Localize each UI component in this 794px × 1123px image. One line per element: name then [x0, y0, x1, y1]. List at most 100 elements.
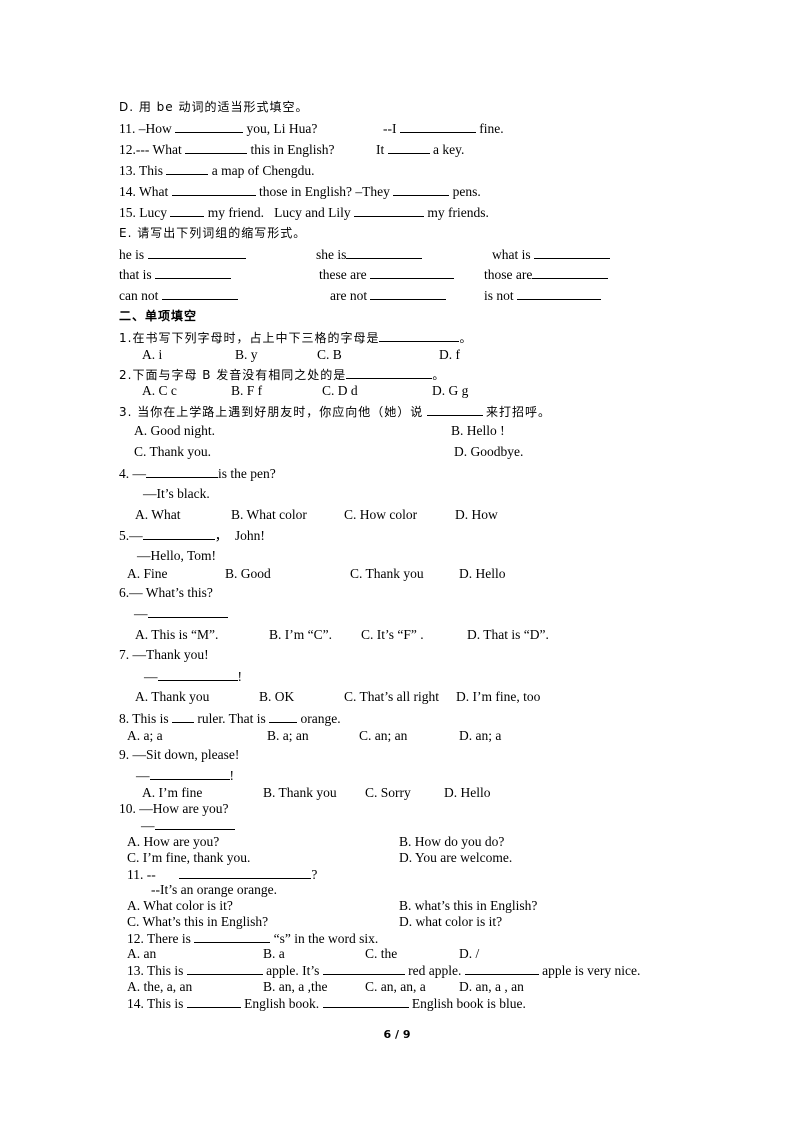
option[interactable]: C. an; an: [359, 728, 407, 744]
answer-blank[interactable]: [379, 329, 460, 342]
answer-blank[interactable]: [179, 866, 312, 879]
option[interactable]: B. Thank you: [263, 785, 337, 801]
option[interactable]: C. an, an, a: [365, 979, 426, 995]
option[interactable]: B. OK: [259, 689, 294, 705]
option[interactable]: C. B: [317, 347, 342, 363]
answer-blank[interactable]: [534, 246, 610, 259]
answer-blank[interactable]: [147, 605, 228, 618]
option[interactable]: C. What’s this in English?: [127, 914, 268, 930]
option[interactable]: C. That’s all right: [344, 689, 439, 705]
option[interactable]: B. What color: [231, 507, 307, 523]
option[interactable]: B. Good: [225, 566, 271, 582]
option[interactable]: A. What color is it?: [127, 898, 233, 914]
option[interactable]: D. an, a , an: [459, 979, 524, 995]
option[interactable]: B. a; an: [267, 728, 309, 744]
option[interactable]: B. what’s this in English?: [399, 898, 537, 914]
option[interactable]: B. an, a ,the: [263, 979, 327, 995]
option[interactable]: A. How are you?: [127, 834, 219, 850]
answer-blank[interactable]: [269, 710, 298, 723]
option[interactable]: D. /: [459, 946, 479, 962]
q-text: —: [136, 768, 150, 783]
answer-blank[interactable]: [353, 204, 424, 217]
option[interactable]: B. Hello !: [451, 423, 505, 439]
answer-blank[interactable]: [369, 266, 454, 279]
option[interactable]: B. y: [235, 347, 258, 363]
option[interactable]: B. a: [263, 946, 285, 962]
answer-blank[interactable]: [387, 141, 430, 154]
question-d15: 15. Lucy my friend. Lucy and Lily my fri…: [119, 204, 489, 221]
option[interactable]: A. the, a, an: [127, 979, 192, 995]
option[interactable]: C. Thank you: [350, 566, 424, 582]
option[interactable]: C. It’s “F” .: [361, 627, 424, 643]
answer-blank[interactable]: [532, 266, 609, 279]
answer-blank[interactable]: [172, 710, 195, 723]
option[interactable]: A. C c: [142, 383, 177, 399]
option[interactable]: A. a; a: [127, 728, 163, 744]
option[interactable]: D. G g: [432, 383, 468, 399]
option[interactable]: D. Hello: [444, 785, 491, 801]
answer-blank[interactable]: [426, 403, 483, 416]
answer-blank[interactable]: [370, 287, 447, 300]
q-text: English book is blue.: [411, 996, 526, 1011]
answer-blank[interactable]: [146, 465, 218, 478]
option[interactable]: C. D d: [322, 383, 358, 399]
answer-blank[interactable]: [346, 366, 433, 379]
option[interactable]: C. How color: [344, 507, 417, 523]
q-text: 14. This is: [127, 996, 184, 1011]
answer-blank[interactable]: [175, 120, 244, 133]
answer-blank[interactable]: [464, 962, 539, 975]
option[interactable]: A. Good night.: [134, 423, 215, 439]
option[interactable]: B. How do you do?: [399, 834, 504, 850]
option[interactable]: B. I’m “C”.: [269, 627, 332, 643]
mc-question-12: 12. There is “s” in the word six.: [127, 930, 378, 947]
answer-blank[interactable]: [155, 266, 231, 279]
answer-blank[interactable]: [322, 995, 409, 1008]
answer-blank[interactable]: [185, 141, 248, 154]
q-text: my friends.: [427, 205, 489, 220]
contraction-label: that is: [119, 267, 152, 282]
option[interactable]: A. This is “M”.: [135, 627, 218, 643]
answer-blank[interactable]: [149, 767, 230, 780]
option[interactable]: A. i: [142, 347, 162, 363]
option[interactable]: C. Sorry: [365, 785, 411, 801]
option[interactable]: A. I’m fine: [142, 785, 202, 801]
option[interactable]: A. an: [127, 946, 156, 962]
answer-blank[interactable]: [322, 962, 405, 975]
option[interactable]: A. Thank you: [135, 689, 209, 705]
option[interactable]: D. f: [439, 347, 460, 363]
answer-blank[interactable]: [161, 287, 238, 300]
answer-blank[interactable]: [154, 817, 235, 830]
option[interactable]: A. Fine: [127, 566, 168, 582]
option[interactable]: D. Hello: [459, 566, 506, 582]
option[interactable]: C. I’m fine, thank you.: [127, 850, 250, 866]
answer-blank[interactable]: [517, 287, 602, 300]
option[interactable]: C. Thank you.: [134, 444, 211, 460]
answer-blank[interactable]: [346, 246, 423, 259]
q-end: 。: [459, 331, 473, 345]
option[interactable]: D. what color is it?: [399, 914, 502, 930]
option[interactable]: D. You are welcome.: [399, 850, 512, 866]
answer-blank[interactable]: [393, 183, 450, 196]
option[interactable]: B. F f: [231, 383, 262, 399]
answer-blank[interactable]: [194, 930, 271, 943]
option[interactable]: D. That is “D”.: [467, 627, 549, 643]
option[interactable]: D. an; a: [459, 728, 501, 744]
answer-blank[interactable]: [186, 962, 263, 975]
q-text: 13. This is: [127, 963, 184, 978]
answer-blank[interactable]: [171, 183, 256, 196]
answer-blank[interactable]: [142, 527, 215, 540]
contraction-item: those are: [484, 266, 609, 283]
answer-blank[interactable]: [170, 204, 205, 217]
option[interactable]: A. What: [135, 507, 181, 523]
q-text: apple is very nice.: [542, 963, 641, 978]
answer-blank[interactable]: [399, 120, 476, 133]
option[interactable]: C. the: [365, 946, 397, 962]
option[interactable]: D. I’m fine, too: [456, 689, 540, 705]
answer-blank[interactable]: [147, 246, 246, 259]
mc-question-14: 14. This is English book. English book i…: [127, 995, 526, 1012]
answer-blank[interactable]: [166, 162, 209, 175]
option[interactable]: D. Goodbye.: [454, 444, 523, 460]
answer-blank[interactable]: [157, 668, 238, 681]
answer-blank[interactable]: [186, 995, 241, 1008]
option[interactable]: D. How: [455, 507, 498, 523]
